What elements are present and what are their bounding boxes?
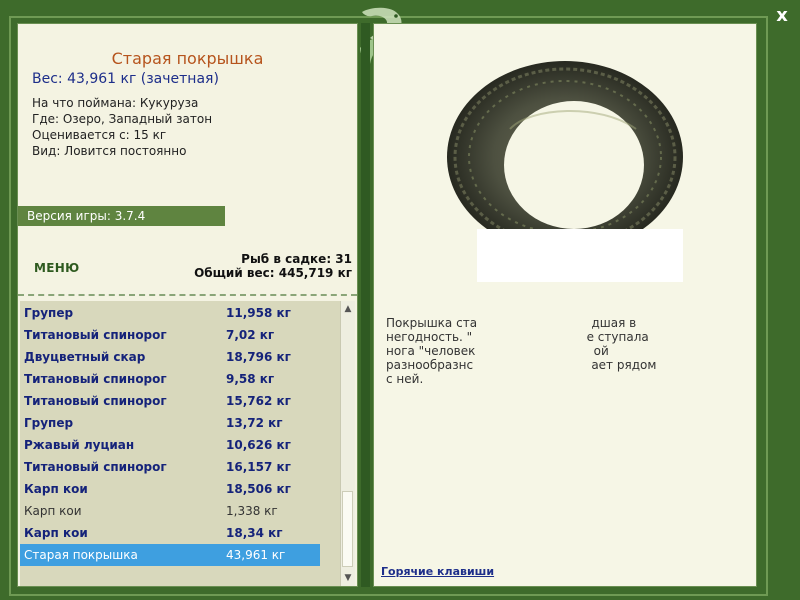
fish-bait: На что поймана: Кукуруза	[32, 96, 199, 110]
fish-description: Покрышка ста дшая в негодность. " е ступа…	[386, 316, 746, 386]
catch-row[interactable]: Групер 11,958 кг	[20, 302, 320, 324]
fish-weight: Вес: 43,961 кг (зачетная)	[32, 71, 219, 87]
catch-list-scrollbar[interactable]: ▲ ▼	[340, 301, 355, 586]
catch-name: Титановый спинорог	[24, 460, 167, 474]
catch-weight: 7,02 кг	[226, 328, 275, 342]
description-line: с ней.	[386, 372, 424, 386]
catch-row[interactable]: Карп кои 18,34 кг	[20, 522, 320, 544]
catch-row[interactable]: Титановый спинорог 16,157 кг	[20, 456, 320, 478]
catch-row[interactable]: Титановый спинорог 9,58 кг	[20, 368, 320, 390]
close-button[interactable]: x	[770, 5, 794, 29]
keepnet-stats: Рыб в садке: 31 Общий вес: 445,719 кг	[194, 252, 352, 280]
catch-name: Старая покрышка	[24, 548, 138, 562]
catch-name: Титановый спинорог	[24, 394, 167, 408]
catch-name: Ржавый луциан	[24, 438, 135, 452]
panel-divider	[361, 23, 370, 587]
catch-row[interactable]: Карп кои 1,338 кг	[20, 500, 320, 522]
catch-name: Титановый спинорог	[24, 328, 167, 342]
catch-weight: 43,961 кг	[226, 548, 286, 562]
fish-info-panel: Старая покрышка Вес: 43,961 кг (зачетная…	[17, 23, 358, 587]
catch-weight: 1,338 кг	[226, 504, 278, 518]
catch-name: Карп кои	[24, 504, 82, 518]
catch-name: Титановый спинорог	[24, 372, 167, 386]
scroll-up-arrow-icon[interactable]: ▲	[341, 302, 355, 316]
dashed-divider	[18, 294, 357, 296]
catch-list[interactable]: Групер 11,958 кг Титановый спинорог 7,02 кг…	[20, 301, 340, 586]
scroll-thumb[interactable]	[342, 491, 353, 567]
catch-weight: 9,58 кг	[226, 372, 275, 386]
catch-weight: 15,762 кг	[226, 394, 291, 408]
fish-picture-panel: Покрышка ста дшая в негодность. " е ступа…	[373, 23, 757, 587]
catch-row[interactable]: Ржавый луциан 10,626 кг	[20, 434, 320, 456]
menu-button[interactable]: МЕНЮ	[34, 261, 79, 275]
catch-name: Двуцветный скар	[24, 350, 146, 364]
description-line: разнообразнс ает рядом	[386, 358, 657, 372]
catch-row[interactable]: Карп кои 18,506 кг	[20, 478, 320, 500]
catch-weight: 18,796 кг	[226, 350, 291, 364]
catch-row[interactable]: Двуцветный скар 18,796 кг	[20, 346, 320, 368]
fish-place: Где: Озеро, Западный затон	[32, 112, 213, 126]
catch-row[interactable]: Титановый спинорог 15,762 кг	[20, 390, 320, 412]
catch-name: Групер	[24, 416, 74, 430]
catch-weight: 18,506 кг	[226, 482, 291, 496]
catch-row[interactable]: Титановый спинорог 7,02 кг	[20, 324, 320, 346]
catch-name: Карп кои	[24, 482, 88, 496]
catch-weight: 18,34 кг	[226, 526, 283, 540]
description-line: негодность. " е ступала	[386, 330, 649, 344]
image-overlay-box	[477, 229, 683, 282]
catch-weight: 13,72 кг	[226, 416, 283, 430]
description-line: Покрышка ста дшая в	[386, 316, 637, 330]
fish-value: Оценивается с: 15 кг	[32, 128, 167, 142]
scroll-down-arrow-icon[interactable]: ▼	[341, 571, 355, 585]
fish-title: Старая покрышка	[111, 49, 264, 68]
hotkeys-link[interactable]: Горячие клавиши	[381, 565, 494, 578]
catch-weight: 16,157 кг	[226, 460, 291, 474]
version-bar: Версия игры: 3.7.4	[18, 206, 225, 226]
catch-name: Карп кои	[24, 526, 88, 540]
catch-name: Групер	[24, 306, 74, 320]
fish-count: Рыб в садке: 31	[241, 252, 352, 266]
description-line: нога "человек ой	[386, 344, 609, 358]
catch-row-selected[interactable]: Старая покрышка 43,961 кг	[20, 544, 320, 566]
fish-type: Вид: Ловится постоянно	[32, 144, 187, 158]
game-window-frame: x Старая покрышка Вес: 43,961 кг (зачетн…	[0, 0, 800, 600]
catch-row[interactable]: Групер 13,72 кг	[20, 412, 320, 434]
catch-weight: 11,958 кг	[226, 306, 291, 320]
total-weight: Общий вес: 445,719 кг	[194, 266, 352, 280]
catch-weight: 10,626 кг	[226, 438, 291, 452]
